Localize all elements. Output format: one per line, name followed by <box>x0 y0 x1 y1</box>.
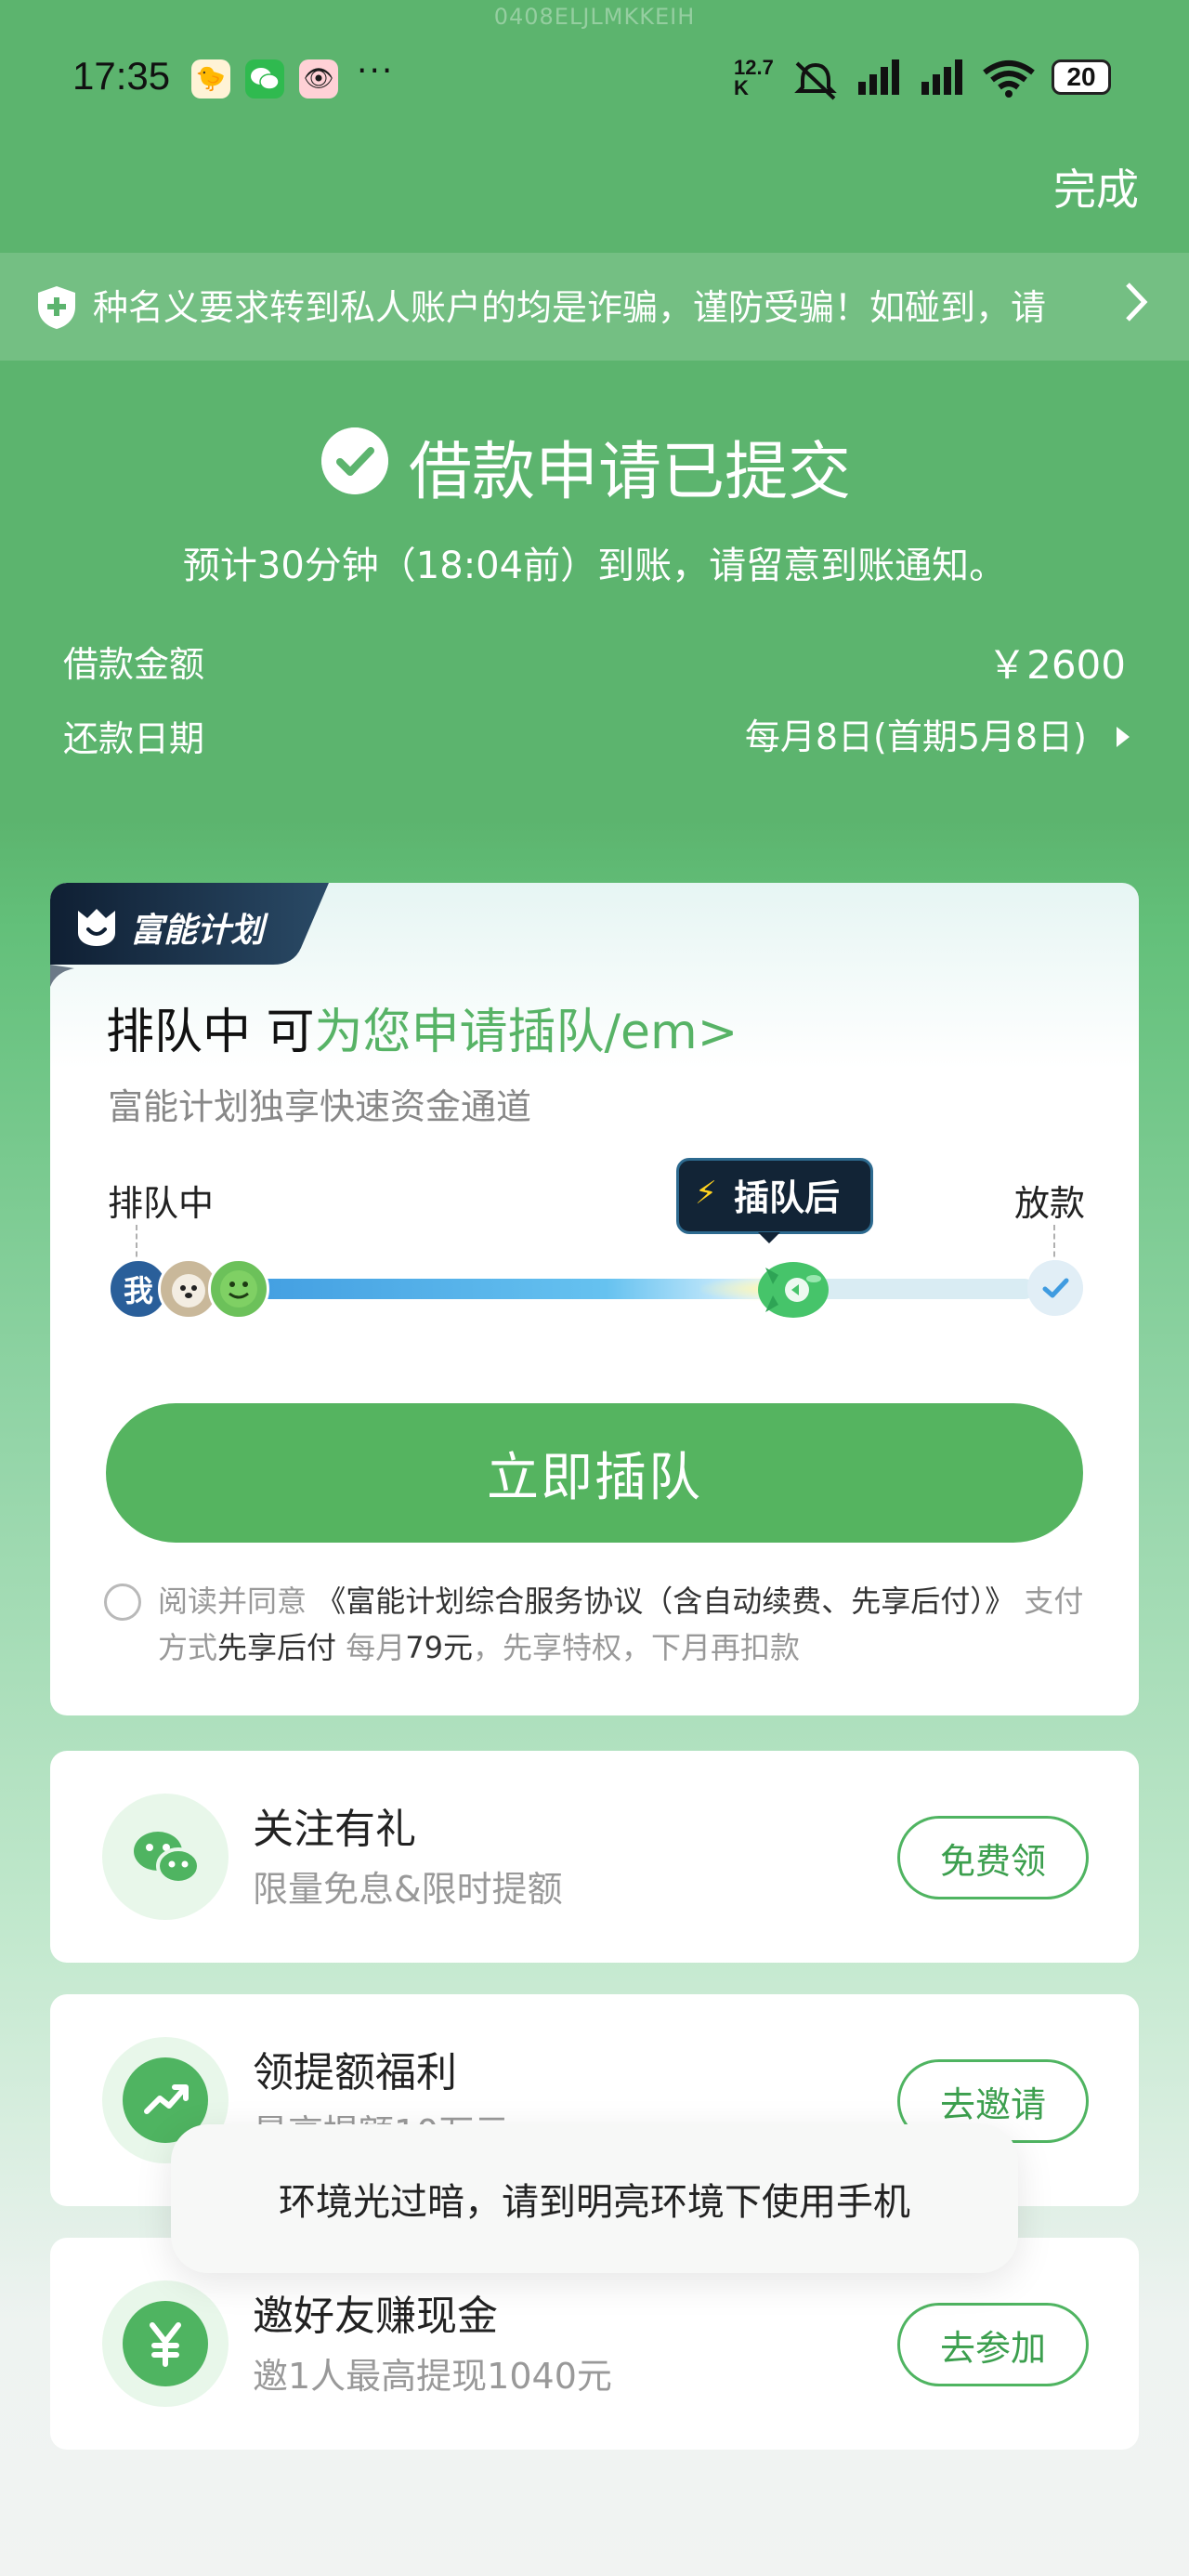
loan-amount-value: ￥2600 <box>987 642 1126 688</box>
repay-date-label: 还款日期 <box>63 718 205 759</box>
device-watermark: 0408ELJLMKKEIH <box>493 4 696 30</box>
network-speed: 12.7 K <box>734 56 774 99</box>
queue-subtitle: 富能计划独享快速资金通道 <box>108 1086 532 1127</box>
task-title: 领提额福利 <box>253 2049 457 2096</box>
repay-date-value[interactable]: 每月8日(首期5月8日) <box>745 708 1087 759</box>
duck-app-icon: 🐤 <box>191 59 230 99</box>
weibo-icon: 👁 <box>299 59 338 99</box>
agreement-checkbox[interactable] <box>104 1584 141 1621</box>
avatar-frog <box>208 1258 269 1320</box>
arrival-estimate: 预计30分钟（18:04前）到账，请留意到账通知。 <box>182 545 1007 587</box>
progress-fill <box>217 1279 773 1299</box>
release-check-icon <box>1027 1260 1083 1316</box>
lightning-icon: ⚡ <box>695 1175 717 1212</box>
task-icon-bg <box>102 1794 229 1920</box>
task-title: 关注有礼 <box>253 1806 416 1853</box>
wifi-icon <box>983 60 1035 98</box>
wechat-icon <box>123 1814 208 1899</box>
task-icon-bg <box>102 2280 229 2407</box>
done-button[interactable]: 完成 <box>1053 156 1139 217</box>
notice-text: 种名义要求转到私人账户的均是诈骗，谨防受骗！如碰到，请 <box>93 287 1047 328</box>
plan-card: 富能计划 排队中 可为您申请插队/em> 富能计划独享快速资金通道 排队中 放款… <box>50 883 1139 1715</box>
plan-tag-label: 富能计划 <box>130 912 265 950</box>
light-warning-toast: 环境光过暗，请到明亮环境下使用手机 <box>171 2124 1018 2273</box>
mute-bell-icon <box>794 61 837 100</box>
rocket-icon <box>758 1262 829 1318</box>
free-claim-button[interactable]: 免费领 <box>897 1816 1089 1899</box>
yuan-icon <box>123 2301 208 2386</box>
caret-right-icon[interactable] <box>1117 727 1130 747</box>
agreement-text: 阅读并同意 《富能计划综合服务协议（含自动续费、先享后付）》 支付方式先享后付 … <box>158 1584 1084 1665</box>
shield-plus-icon <box>38 286 75 329</box>
loan-amount-label: 借款金额 <box>63 644 205 685</box>
progress-end-label: 放款 <box>1013 1183 1085 1224</box>
task-card-follow: 关注有礼 限量免息&限时提额 免费领 <box>50 1751 1139 1963</box>
progress-start-label: 排队中 <box>108 1183 215 1224</box>
signal-icon-sim2 <box>921 59 962 95</box>
task-subtitle: 邀1人最高提现1040元 <box>253 2356 612 2397</box>
bubble-pointer <box>758 1232 780 1243</box>
jump-queue-button[interactable]: 立即插队 <box>106 1403 1083 1543</box>
task-title: 邀好友赚现金 <box>253 2293 498 2340</box>
crown-shield-icon <box>78 909 115 946</box>
success-check-icon <box>321 427 388 494</box>
task-subtitle: 限量免息&限时提额 <box>253 1869 563 1910</box>
queue-title: 排队中 可为您申请插队/em> <box>106 1005 738 1060</box>
battery-indicator: 20 <box>1052 59 1111 95</box>
chevron-right-icon[interactable] <box>1122 279 1150 335</box>
page-title: 借款申请已提交 <box>409 436 852 509</box>
signal-icon-sim1 <box>858 59 899 95</box>
agreement-link[interactable]: 《富能计划综合服务协议（含自动续费、先享后付）》 <box>316 1584 1014 1619</box>
join-button[interactable]: 去参加 <box>897 2303 1089 2386</box>
status-time: 17:35 <box>72 54 171 98</box>
wechat-icon <box>245 59 284 99</box>
more-notifications-icon: ··· <box>357 52 395 90</box>
jump-queue-bubble-label: 插队后 <box>734 1177 841 1218</box>
